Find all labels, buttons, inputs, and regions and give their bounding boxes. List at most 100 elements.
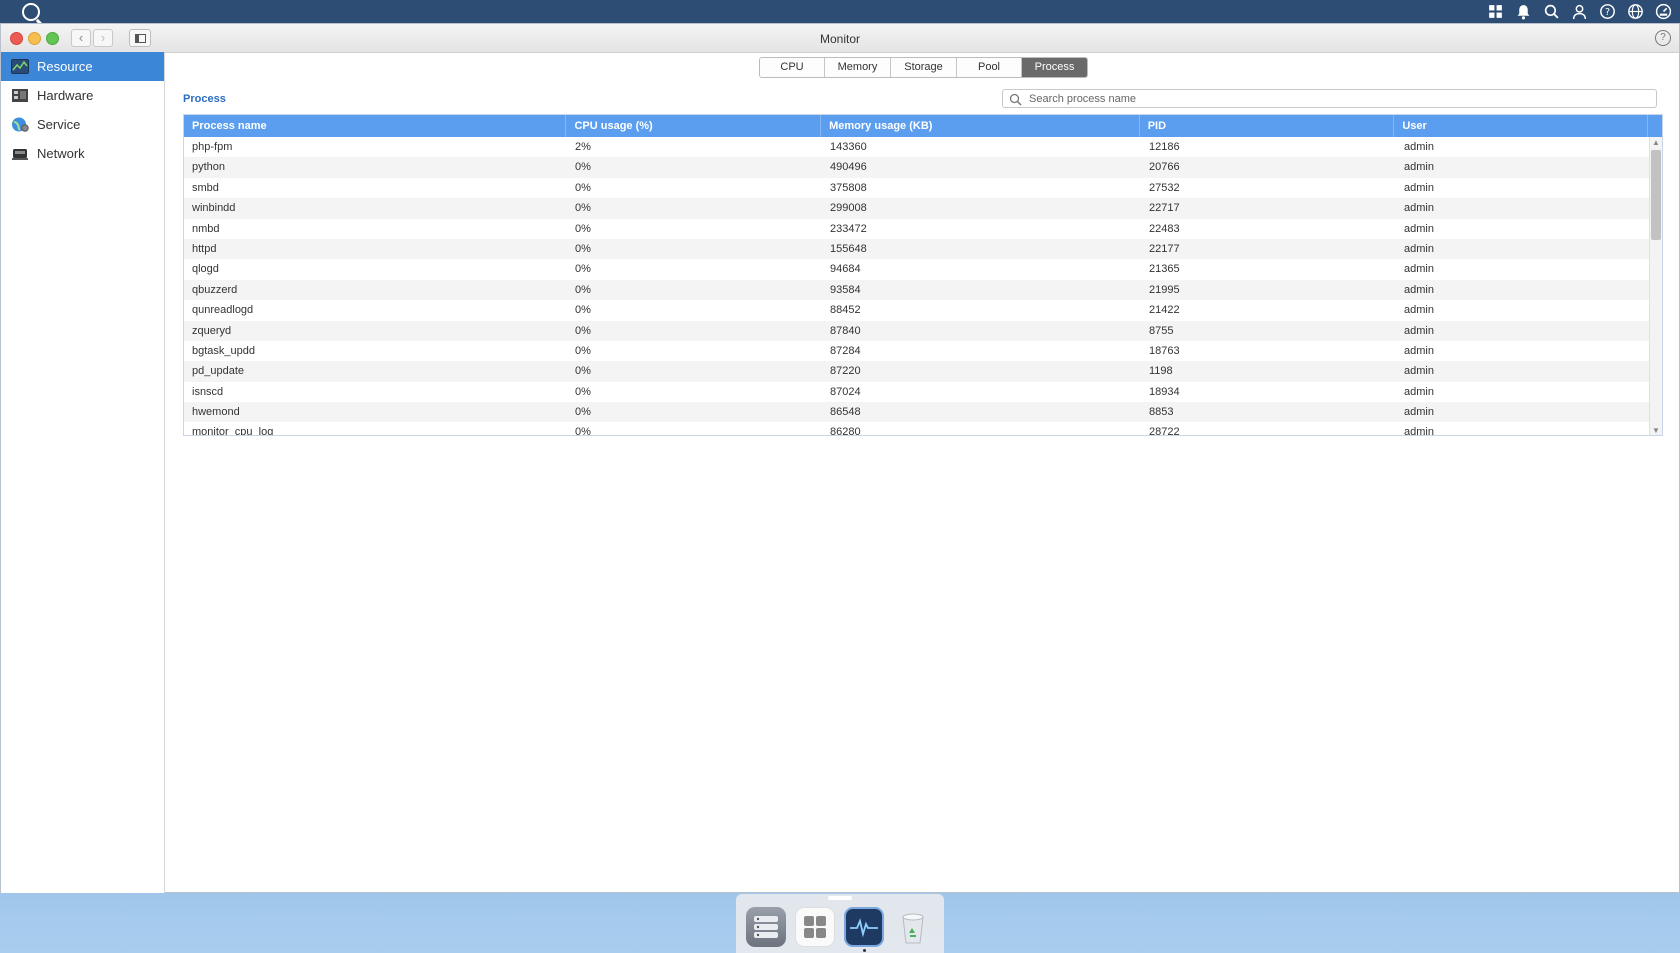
table-row[interactable]: bgtask_updd 0% 87284 18763 admin [184,341,1650,361]
scrollbar-thumb[interactable] [1651,150,1661,240]
table-row[interactable]: hwemond 0% 86548 8853 admin [184,402,1650,423]
user-cell: admin [1404,324,1434,337]
table-row[interactable]: isnscd 0% 87024 18934 admin [184,382,1650,402]
apps-grid-icon[interactable] [1486,3,1504,21]
pid-cell: 22483 [1149,222,1180,235]
cpu-usage-cell: 2% [575,141,591,153]
sidebar-item-resource[interactable]: Resource [1,52,164,81]
memory-usage-cell: 87840 [830,324,861,337]
sidebar-item-label: Resource [37,59,93,74]
table-row[interactable]: winbindd 0% 299008 22717 admin [184,198,1650,219]
table-row[interactable]: pd_update 0% 87220 1198 admin [184,361,1650,382]
qnap-logo-icon[interactable] [22,3,40,21]
pid-cell: 28722 [1149,426,1180,436]
dock-handle[interactable] [828,896,852,900]
cpu-usage-cell: 0% [575,365,591,378]
server-manager-icon[interactable] [746,907,786,947]
resource-chart-icon [11,59,29,74]
user-cell: admin [1404,161,1434,174]
pid-cell: 12186 [1149,141,1180,153]
cpu-usage-cell: 0% [575,283,591,296]
app-grid-icon[interactable] [795,907,835,947]
tab-storage[interactable]: Storage [891,58,957,77]
cpu-usage-cell: 0% [575,344,591,357]
table-row[interactable]: zqueryd 0% 87840 8755 admin [184,320,1650,341]
cpu-usage-cell: 0% [575,242,591,255]
process-name-cell: isnscd [192,385,224,398]
tab-memory[interactable]: Memory [825,58,891,77]
process-table: Process name CPU usage (%) Memory usage … [183,114,1663,436]
user-cell: admin [1404,181,1434,194]
memory-usage-cell: 88452 [830,304,861,317]
column-header-user[interactable]: User [1394,115,1648,137]
tab-pool[interactable]: Pool [957,58,1022,77]
column-header-process-name[interactable]: Process name [184,115,567,137]
cpu-usage-cell: 0% [575,181,591,194]
memory-usage-cell: 87284 [830,344,861,357]
pid-cell: 1198 [1149,365,1173,378]
process-name-cell: qunreadlogd [192,304,254,317]
table-scrollbar[interactable]: ▲ ▼ [1649,137,1662,435]
user-cell: admin [1404,283,1434,296]
user-cell: admin [1404,304,1434,317]
memory-usage-cell: 87220 [830,365,861,378]
search-input[interactable] [1029,91,1629,106]
pid-cell: 22177 [1149,242,1180,255]
globe-icon[interactable] [1626,3,1644,21]
memory-usage-cell: 94684 [830,263,861,276]
table-row[interactable]: qunreadlogd 0% 88452 21422 admin [184,300,1650,320]
window-title-bar[interactable]: ‹ › Monitor ? [1,24,1679,53]
table-header: Process name CPU usage (%) Memory usage … [184,115,1662,137]
svg-text:?: ? [1604,7,1609,18]
sidebar-item-hardware[interactable]: Hardware [1,81,164,110]
table-row[interactable]: smbd 0% 375808 27532 admin [184,178,1650,198]
dashboard-icon[interactable] [1654,3,1672,21]
resource-monitor-icon[interactable] [844,907,884,947]
window-help-icon[interactable]: ? [1655,30,1671,46]
search-icon [1009,93,1022,106]
bell-icon[interactable] [1514,3,1532,21]
pid-cell: 21365 [1149,263,1180,276]
scroll-up-icon[interactable]: ▲ [1650,138,1662,148]
process-name-cell: qbuzzerd [192,283,238,296]
hardware-icon [12,89,28,102]
cpu-usage-cell: 0% [575,202,591,215]
table-row[interactable]: monitor_cpu_log 0% 86280 28722 admin [184,422,1650,436]
table-row[interactable]: php-fpm 2% 143360 12186 admin [184,137,1650,157]
table-row[interactable]: nmbd 0% 233472 22483 admin [184,219,1650,239]
table-row[interactable]: httpd 0% 155648 22177 admin [184,238,1650,260]
pid-cell: 27532 [1149,181,1180,194]
user-cell: admin [1404,365,1434,378]
process-name-cell: pd_update [192,365,244,378]
table-row[interactable]: qlogd 0% 94684 21365 admin [184,259,1650,279]
memory-usage-cell: 86280 [830,426,861,436]
search-icon[interactable] [1542,3,1560,21]
monitor-window: ‹ › Monitor ? Resource Hardware Service … [0,23,1680,893]
user-cell: admin [1404,222,1434,235]
tab-cpu[interactable]: CPU [760,58,825,77]
tab-process[interactable]: Process [1022,58,1087,77]
top-bar-icons: ? [1486,0,1672,23]
column-header-cpu-usage[interactable]: CPU usage (%) [566,115,822,137]
user-icon[interactable] [1570,3,1588,21]
sidebar-item-service[interactable]: Service [1,110,164,139]
column-header-pid[interactable]: PID [1140,115,1395,137]
pid-cell: 20766 [1149,161,1180,174]
table-row[interactable]: qbuzzerd 0% 93584 21995 admin [184,279,1650,301]
process-name-cell: winbindd [192,202,236,215]
system-top-bar: ? [0,0,1680,23]
pid-cell: 18763 [1149,344,1180,357]
help-icon[interactable]: ? [1598,3,1616,21]
dock [736,894,944,953]
process-name-cell: httpd [192,242,217,255]
process-name-cell: bgtask_updd [192,344,255,357]
scroll-down-icon[interactable]: ▼ [1650,426,1662,435]
column-header-memory-usage[interactable]: Memory usage (KB) [821,115,1140,137]
table-row[interactable]: python 0% 490496 20766 admin [184,157,1650,178]
process-name-cell: php-fpm [192,141,233,153]
sidebar-item-network[interactable]: Network [1,139,164,168]
memory-usage-cell: 155648 [830,242,867,255]
pid-cell: 8853 [1149,406,1174,419]
recycle-bin-icon[interactable] [893,907,933,947]
memory-usage-cell: 86548 [830,406,861,419]
